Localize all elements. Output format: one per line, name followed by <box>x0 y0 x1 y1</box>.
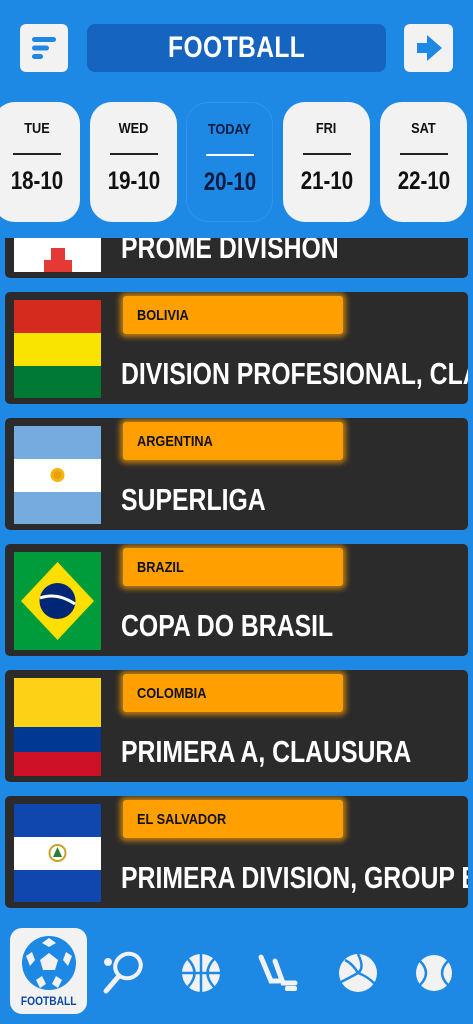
league-name: DIVISION PROFESIONAL, CLAUSURA <box>121 356 468 391</box>
date-divider <box>12 153 61 155</box>
date-divider <box>205 154 254 156</box>
league-item[interactable]: EL SALVADOR PRIMERA DIVISION, GROUP B <box>5 796 468 908</box>
date-day-label: TUE <box>23 120 50 137</box>
league-item[interactable]: BRAZIL COPA DO BRASIL <box>5 544 468 656</box>
date-day-label: TODAY <box>207 121 252 138</box>
date-fri[interactable]: FRI 21-10 <box>283 102 370 222</box>
date-day-label: FRI <box>316 120 337 137</box>
tennis-icon <box>103 951 143 994</box>
menu-button[interactable] <box>20 24 68 72</box>
page-title-box: FOOTBALL <box>87 24 386 72</box>
colombia-flag-image <box>14 678 101 776</box>
page-title: FOOTBALL <box>167 31 306 64</box>
country-name: EL SALVADOR <box>137 810 227 828</box>
date-divider <box>302 153 351 155</box>
nav-volleyball[interactable] <box>335 928 381 1018</box>
nav-label: FOOTBALL <box>20 994 77 1008</box>
argentina-flag-image <box>14 426 101 524</box>
volleyball-icon <box>339 953 377 992</box>
league-item[interactable]: PROME DIVISHON <box>5 238 468 278</box>
date-value: 19-10 <box>107 167 160 195</box>
date-day-label: SAT <box>411 120 436 137</box>
nav-basketball[interactable] <box>178 928 224 1018</box>
menu-lines-icon <box>32 37 56 59</box>
league-item[interactable]: BOLIVIA DIVISION PROFESIONAL, CLAUSURA <box>5 292 468 404</box>
basketball-icon <box>182 954 220 992</box>
brazil-flag-image <box>14 552 101 650</box>
league-list[interactable]: PROME DIVISHON BOLIVIA DIVISION PROFESIO… <box>0 238 473 928</box>
date-wed[interactable]: WED 19-10 <box>90 102 177 222</box>
hockey-icon <box>258 954 298 991</box>
country-tag: BOLIVIA <box>123 296 343 334</box>
nav-football[interactable]: FOOTBALL <box>10 928 87 1014</box>
tennis-ball-icon <box>416 955 452 991</box>
country-tag: ARGENTINA <box>123 422 343 460</box>
date-value: 22-10 <box>397 167 450 195</box>
date-divider <box>109 153 158 155</box>
date-value: 21-10 <box>300 167 353 195</box>
league-name: PROME DIVISHON <box>121 238 339 265</box>
date-tue[interactable]: TUE 18-10 <box>0 102 80 222</box>
bolivia-flag-image <box>14 300 101 398</box>
arrow-right-icon <box>416 35 442 61</box>
country-tag: BRAZIL <box>123 548 343 586</box>
nav-hockey[interactable] <box>256 928 302 1018</box>
date-value: 18-10 <box>10 167 63 195</box>
next-button[interactable] <box>404 24 453 72</box>
app-header: FOOTBALL <box>0 0 473 100</box>
country-name: COLOMBIA <box>137 684 207 702</box>
nav-tennis-ball[interactable] <box>411 928 457 1018</box>
date-sat[interactable]: SAT 22-10 <box>380 102 467 222</box>
el-salvador-flag-image <box>14 804 101 902</box>
date-day-label: WED <box>118 120 149 137</box>
league-name: PRIMERA A, CLAUSURA <box>121 734 412 769</box>
bottom-nav: FOOTBALL <box>0 928 473 1024</box>
nav-tennis[interactable] <box>98 928 148 1018</box>
country-name: ARGENTINA <box>137 432 213 450</box>
country-name: BOLIVIA <box>137 306 189 324</box>
league-name: SUPERLIGA <box>121 482 266 517</box>
league-item[interactable]: COLOMBIA PRIMERA A, CLAUSURA <box>5 670 468 782</box>
league-name: PRIMERA DIVISION, GROUP B <box>121 860 468 895</box>
football-icon <box>21 936 76 990</box>
league-name: COPA DO BRASIL <box>121 608 334 643</box>
country-tag: COLOMBIA <box>123 674 343 712</box>
league-item[interactable]: ARGENTINA SUPERLIGA <box>5 418 468 530</box>
country-tag: EL SALVADOR <box>123 800 343 838</box>
date-today[interactable]: TODAY 20-10 <box>186 102 273 222</box>
date-selector: TUE 18-10 WED 19-10 TODAY 20-10 FRI 21-1… <box>0 100 473 224</box>
country-name: BRAZIL <box>137 558 184 576</box>
date-divider <box>399 153 448 155</box>
flag-image <box>14 238 101 272</box>
date-value: 20-10 <box>203 168 256 196</box>
